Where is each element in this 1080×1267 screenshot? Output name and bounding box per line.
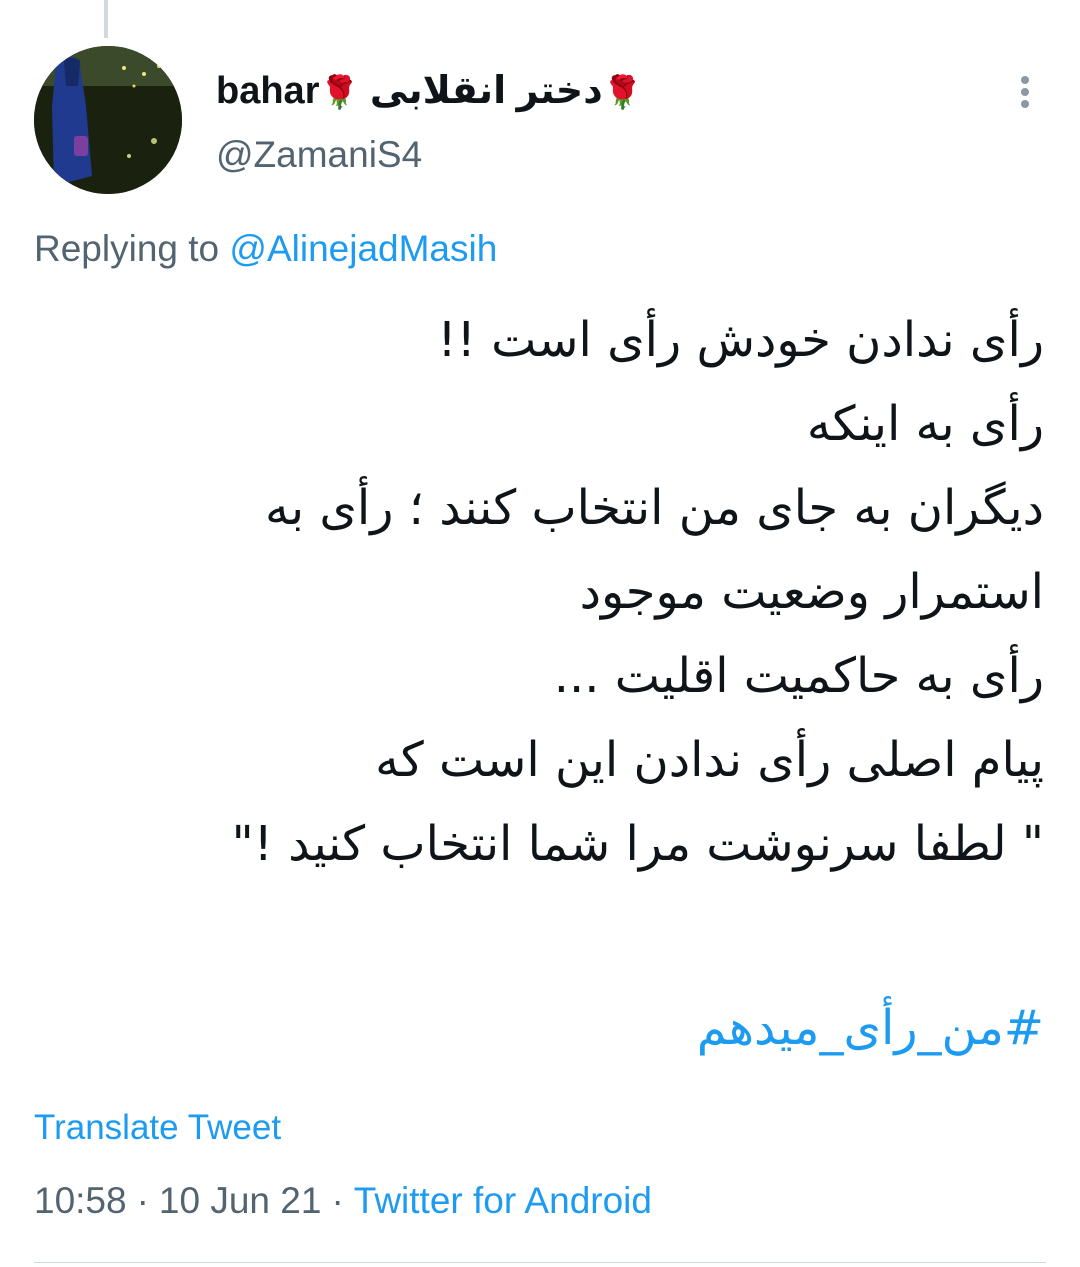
more-vertical-icon <box>1021 100 1029 108</box>
tweet-line: رأی ندادن خودش رأی است !! <box>437 312 1044 368</box>
more-options-button[interactable] <box>1008 70 1042 114</box>
tweet-meta: 10:58 · 10 Jun 21 · Twitter for Android <box>34 1180 652 1222</box>
author-display-name[interactable]: bahar🌹 دختر انقلابی🌹 <box>216 68 643 113</box>
replying-to: Replying to @AlinejadMasih <box>34 228 497 270</box>
author-name-row[interactable]: bahar🌹 دختر انقلابی🌹 <box>216 62 643 118</box>
meta-separator: · <box>136 1180 149 1221</box>
more-vertical-icon <box>1021 76 1029 84</box>
display-name-prefix: bahar <box>216 69 320 112</box>
author-handle[interactable]: @ZamaniS4 <box>216 134 422 176</box>
meta-separator: · <box>331 1180 344 1221</box>
divider <box>34 1262 1046 1263</box>
replying-to-prefix: Replying to <box>34 228 220 269</box>
replying-to-handle-link[interactable]: @AlinejadMasih <box>229 228 497 269</box>
avatar-image <box>34 46 182 194</box>
display-name-text: دختر انقلابی <box>369 69 603 112</box>
author-avatar[interactable] <box>34 46 182 194</box>
translate-tweet-button[interactable]: Translate Tweet <box>34 1108 281 1148</box>
tweet-line: رأی به حاکمیت اقلیت ... <box>553 648 1044 704</box>
tweet-text: رأی ندادن خودش رأی است !! رأی به اینکه د… <box>34 298 1044 886</box>
rose-emoji-icon: 🌹 <box>602 73 643 110</box>
tweet-line: رأی به اینکه <box>806 396 1044 452</box>
hashtag-link[interactable]: #من_رأی_میدهم <box>697 1000 1044 1056</box>
tweet-line: دیگران به جای من انتخاب کنند ؛ رأی به <box>264 480 1044 536</box>
tweet-time[interactable]: 10:58 <box>34 1180 127 1222</box>
more-vertical-icon <box>1021 88 1029 96</box>
tweet-line: " لطفا سرنوشت مرا شما انتخاب کنید !" <box>231 816 1044 872</box>
rose-emoji-icon: 🌹 <box>319 73 360 110</box>
thread-connector-line <box>104 0 108 38</box>
tweet-source-link[interactable]: Twitter for Android <box>354 1180 652 1222</box>
tweet-line: پیام اصلی رأی ندادن این است که <box>375 732 1044 788</box>
tweet-line: استمرار وضعیت موجود <box>579 564 1044 620</box>
tweet-date[interactable]: 10 Jun 21 <box>159 1180 322 1222</box>
